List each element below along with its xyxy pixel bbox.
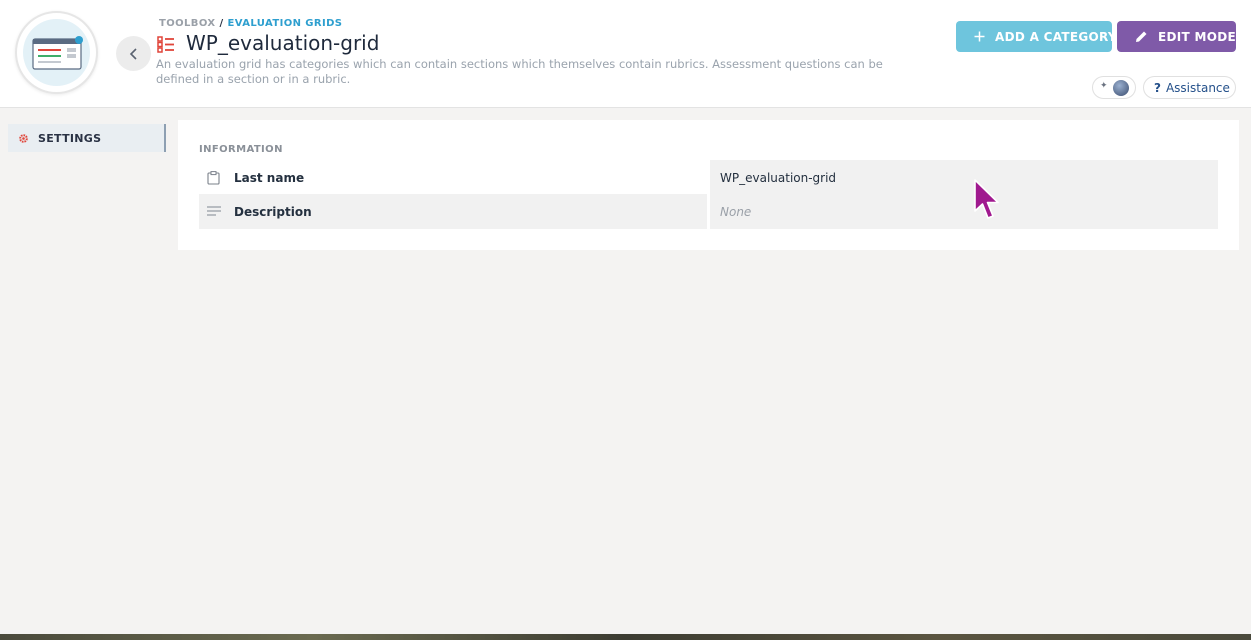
field-row-description: Description None [199,194,1218,229]
breadcrumb-toolbox[interactable]: TOOLBOX [159,18,215,29]
add-category-label: ADD A CATEGORY [995,29,1117,44]
assistance-button[interactable]: ? Assistance [1143,76,1236,99]
field-label-cell: Description [199,194,707,229]
lines-icon [207,205,221,219]
field-label: Last name [234,170,305,185]
evaluation-grid-logo-icon [32,36,83,70]
description-value[interactable]: None [710,194,1218,229]
plus-icon [974,31,985,42]
app-logo [15,11,98,94]
avatar [1113,80,1129,96]
field-label: Description [234,204,312,219]
mouse-cursor-icon [974,179,999,219]
information-panel: INFORMATION Last name WP_evaluation-grid… [178,120,1239,250]
section-title: INFORMATION [199,144,283,155]
edit-mode-label: EDIT MODE [1158,29,1236,44]
breadcrumb: TOOLBOX / EVALUATION GRIDS [159,18,342,29]
user-avatar-button[interactable]: ✦ [1092,76,1136,99]
page-description: An evaluation grid has categories which … [156,57,883,86]
sparkle-icon: ✦ [1100,81,1108,91]
bottom-edge-strip [0,634,1251,640]
pencil-icon [1135,30,1148,43]
add-category-button[interactable]: ADD A CATEGORY [956,21,1117,52]
breadcrumb-evaluation-grids[interactable]: EVALUATION GRIDS [228,18,343,29]
page-title: WP_evaluation-grid [186,31,380,55]
field-label-cell: Last name [199,160,707,195]
last-name-value[interactable]: WP_evaluation-grid [710,160,1218,195]
page-header: TOOLBOX / EVALUATION GRIDS WP_evaluation-g… [0,0,1251,108]
edit-mode-button[interactable]: EDIT MODE [1117,21,1236,52]
clipboard-icon [207,170,221,185]
sidebar-item-label: SETTINGS [38,131,102,145]
field-row-last-name: Last name WP_evaluation-grid [199,160,1218,195]
gear-icon [19,133,28,143]
breadcrumb-separator: / [219,18,224,29]
chevron-left-icon [129,47,137,60]
sidebar-item-settings[interactable]: SETTINGS [8,124,166,152]
back-button[interactable] [116,36,151,71]
checklist-icon [157,36,174,53]
assistance-label: Assistance [1165,80,1230,95]
question-icon: ? [1154,80,1161,95]
